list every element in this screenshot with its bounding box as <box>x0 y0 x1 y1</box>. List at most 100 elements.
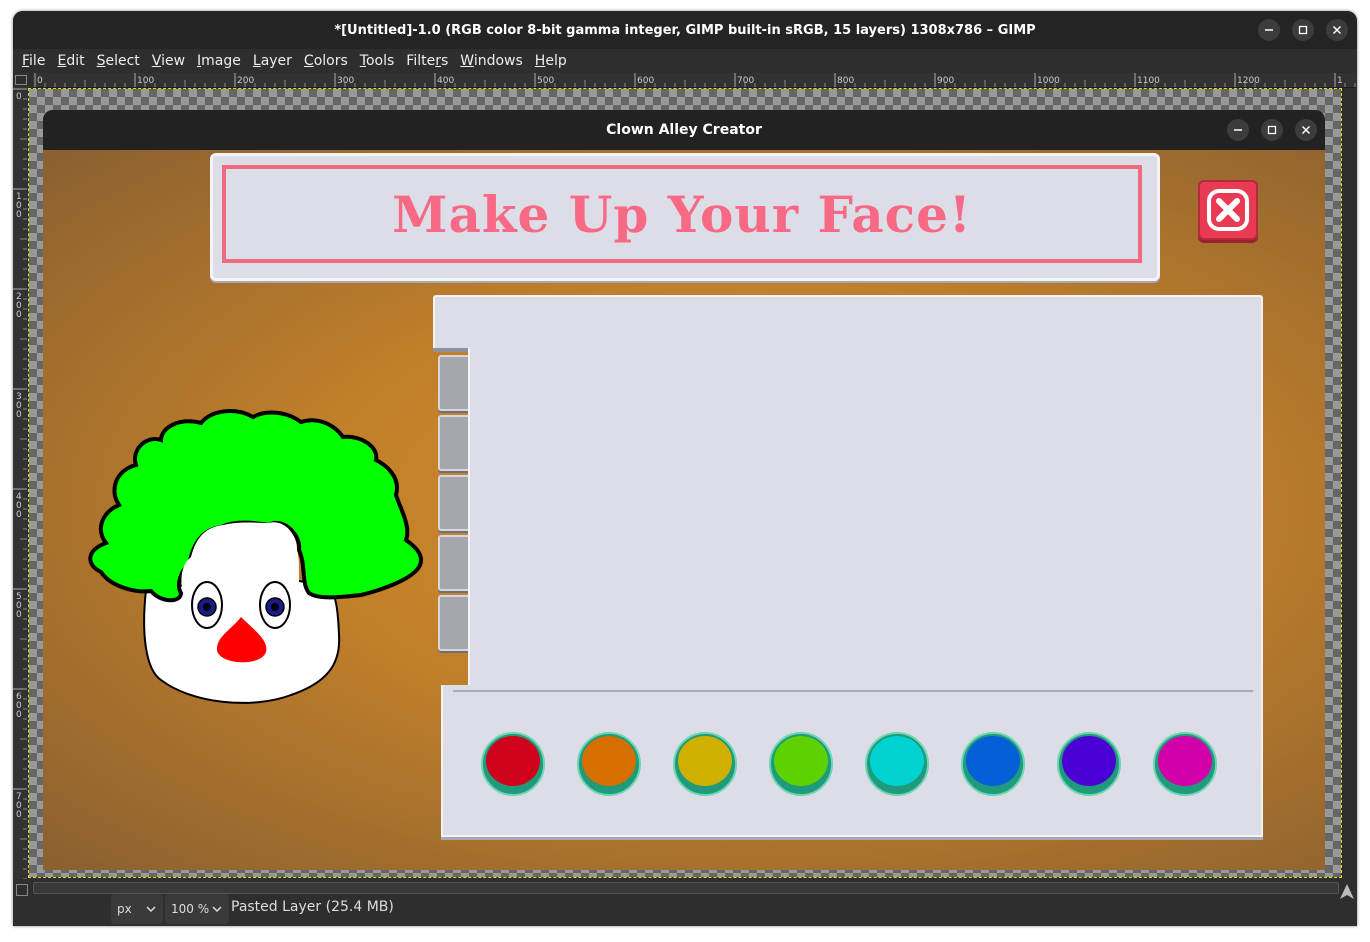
category-tab-5[interactable] <box>438 595 468 651</box>
horizontal-ruler[interactable]: 0 100 200 300 400 500 600 700 800 900 1000 1100 1200… <box>33 73 1357 88</box>
close-x-icon <box>1207 189 1249 231</box>
chevron-down-icon <box>146 906 156 913</box>
vertical-ruler[interactable]: 0100200300400500600700 <box>13 87 27 879</box>
color-swatch[interactable] <box>865 732 929 796</box>
menu-windows[interactable]: Windows <box>454 53 529 69</box>
ruler-label: 0 <box>16 710 22 720</box>
app-minimize-button[interactable] <box>1227 119 1249 141</box>
menu-filters[interactable]: Filters <box>400 53 454 69</box>
unit-select[interactable]: px <box>111 894 163 924</box>
zoom-select[interactable]: 100 % <box>165 894 229 924</box>
color-swatch-fill <box>1062 736 1116 786</box>
ruler-corner-toggle[interactable] <box>15 75 27 85</box>
status-message: Pasted Layer (25.4 MB) <box>231 899 394 915</box>
app-stage: Make Up Your Face! <box>43 150 1325 870</box>
ruler-label: 500 <box>537 76 554 86</box>
color-swatches <box>481 732 1221 796</box>
ruler-label: 400 <box>437 76 454 86</box>
horizontal-scrollbar[interactable] <box>33 882 1339 894</box>
category-tab-2[interactable] <box>438 415 468 471</box>
maximize-icon <box>1298 25 1308 35</box>
app-close-button[interactable] <box>1295 119 1317 141</box>
color-swatch[interactable] <box>769 732 833 796</box>
color-swatch[interactable] <box>481 732 545 796</box>
ruler-label: 200 <box>237 76 254 86</box>
ruler-label: 1000 <box>1037 76 1060 86</box>
color-swatch-fill <box>1158 736 1212 786</box>
maximize-button[interactable] <box>1292 19 1314 41</box>
category-tab-4[interactable] <box>438 535 468 591</box>
menu-tools[interactable]: Tools <box>354 53 401 69</box>
color-swatch[interactable] <box>577 732 641 796</box>
menu-help[interactable]: Help <box>529 53 573 69</box>
clown-face[interactable] <box>61 405 431 719</box>
menu-edit[interactable]: Edit <box>51 53 90 69</box>
color-swatch[interactable] <box>1153 732 1217 796</box>
window-title: *[Untitled]-1.0 (RGB color 8-bit gamma i… <box>334 22 1036 38</box>
app-titlebar: Clown Alley Creator <box>43 110 1325 150</box>
app-title: Clown Alley Creator <box>606 122 762 138</box>
category-tab-3[interactable] <box>438 475 468 531</box>
ruler-label: 1100 <box>1137 76 1160 86</box>
color-swatch-fill <box>486 736 540 786</box>
ruler-label: 1200 <box>1237 76 1260 86</box>
app-maximize-button[interactable] <box>1261 119 1283 141</box>
chevron-down-icon <box>212 906 222 913</box>
ruler-label: 0 <box>16 92 22 102</box>
menu-layer[interactable]: Layer <box>247 53 298 69</box>
ruler-label: 800 <box>837 76 854 86</box>
ruler-label: 0 <box>16 210 22 220</box>
ruler-label: 0 <box>16 410 22 420</box>
title-banner: Make Up Your Face! <box>210 153 1160 281</box>
ruler-label: 600 <box>637 76 654 86</box>
ruler-label: 100 <box>137 76 154 86</box>
ruler-label: 1 <box>1337 76 1343 86</box>
makeup-panel <box>433 295 1263 840</box>
menubar: File Edit Select View Image Layer Colors Tools F… <box>13 49 1357 73</box>
color-swatch[interactable] <box>1057 732 1121 796</box>
ruler-label: 0 <box>16 510 22 520</box>
menu-colors[interactable]: Colors <box>298 53 354 69</box>
app-window: Clown Alley Creator Make Up Your Face! <box>43 110 1325 870</box>
panel-header <box>433 295 1263 350</box>
title-banner-frame: Make Up Your Face! <box>222 165 1142 263</box>
navigate-icon[interactable] <box>1339 883 1355 901</box>
color-swatch-fill <box>966 736 1020 786</box>
zoom-value: 100 % <box>171 902 210 916</box>
ruler-label: 300 <box>337 76 354 86</box>
ruler-label: 0 <box>16 810 22 820</box>
menu-file[interactable]: File <box>16 53 51 69</box>
category-tab-1[interactable] <box>438 355 468 411</box>
menu-view[interactable]: View <box>146 53 191 69</box>
close-icon <box>1332 25 1342 35</box>
ruler-label: 700 <box>737 76 754 86</box>
color-swatch[interactable] <box>961 732 1025 796</box>
menu-image[interactable]: Image <box>191 53 247 69</box>
category-tabs <box>438 355 468 655</box>
status-bar: px 100 % Pasted Layer (25.4 MB) <box>13 879 1357 926</box>
menu-select[interactable]: Select <box>91 53 146 69</box>
game-close-button[interactable] <box>1198 180 1258 240</box>
banner-title: Make Up Your Face! <box>392 184 972 244</box>
minimize-button[interactable] <box>1258 19 1280 41</box>
gimp-window: *[Untitled]-1.0 (RGB color 8-bit gamma i… <box>13 11 1357 926</box>
quick-mask-toggle[interactable] <box>16 884 28 896</box>
color-swatch-fill <box>870 736 924 786</box>
maximize-icon <box>1267 125 1277 135</box>
ruler-label: 0 <box>37 76 43 86</box>
app-window-controls <box>1227 119 1317 141</box>
window-titlebar: *[Untitled]-1.0 (RGB color 8-bit gamma i… <box>13 11 1357 49</box>
unit-value: px <box>117 902 132 916</box>
color-swatch[interactable] <box>673 732 737 796</box>
palette-divider <box>453 690 1253 692</box>
panel-header-shadow <box>433 348 468 352</box>
close-button[interactable] <box>1326 19 1348 41</box>
window-controls <box>1258 19 1348 41</box>
ruler-label: 0 <box>16 310 22 320</box>
color-swatch-fill <box>678 736 732 786</box>
ruler-label: 900 <box>937 76 954 86</box>
ruler-label: 0 <box>16 610 22 620</box>
minimize-icon <box>1265 29 1273 31</box>
close-icon <box>1301 125 1311 135</box>
minimize-icon <box>1234 129 1242 131</box>
